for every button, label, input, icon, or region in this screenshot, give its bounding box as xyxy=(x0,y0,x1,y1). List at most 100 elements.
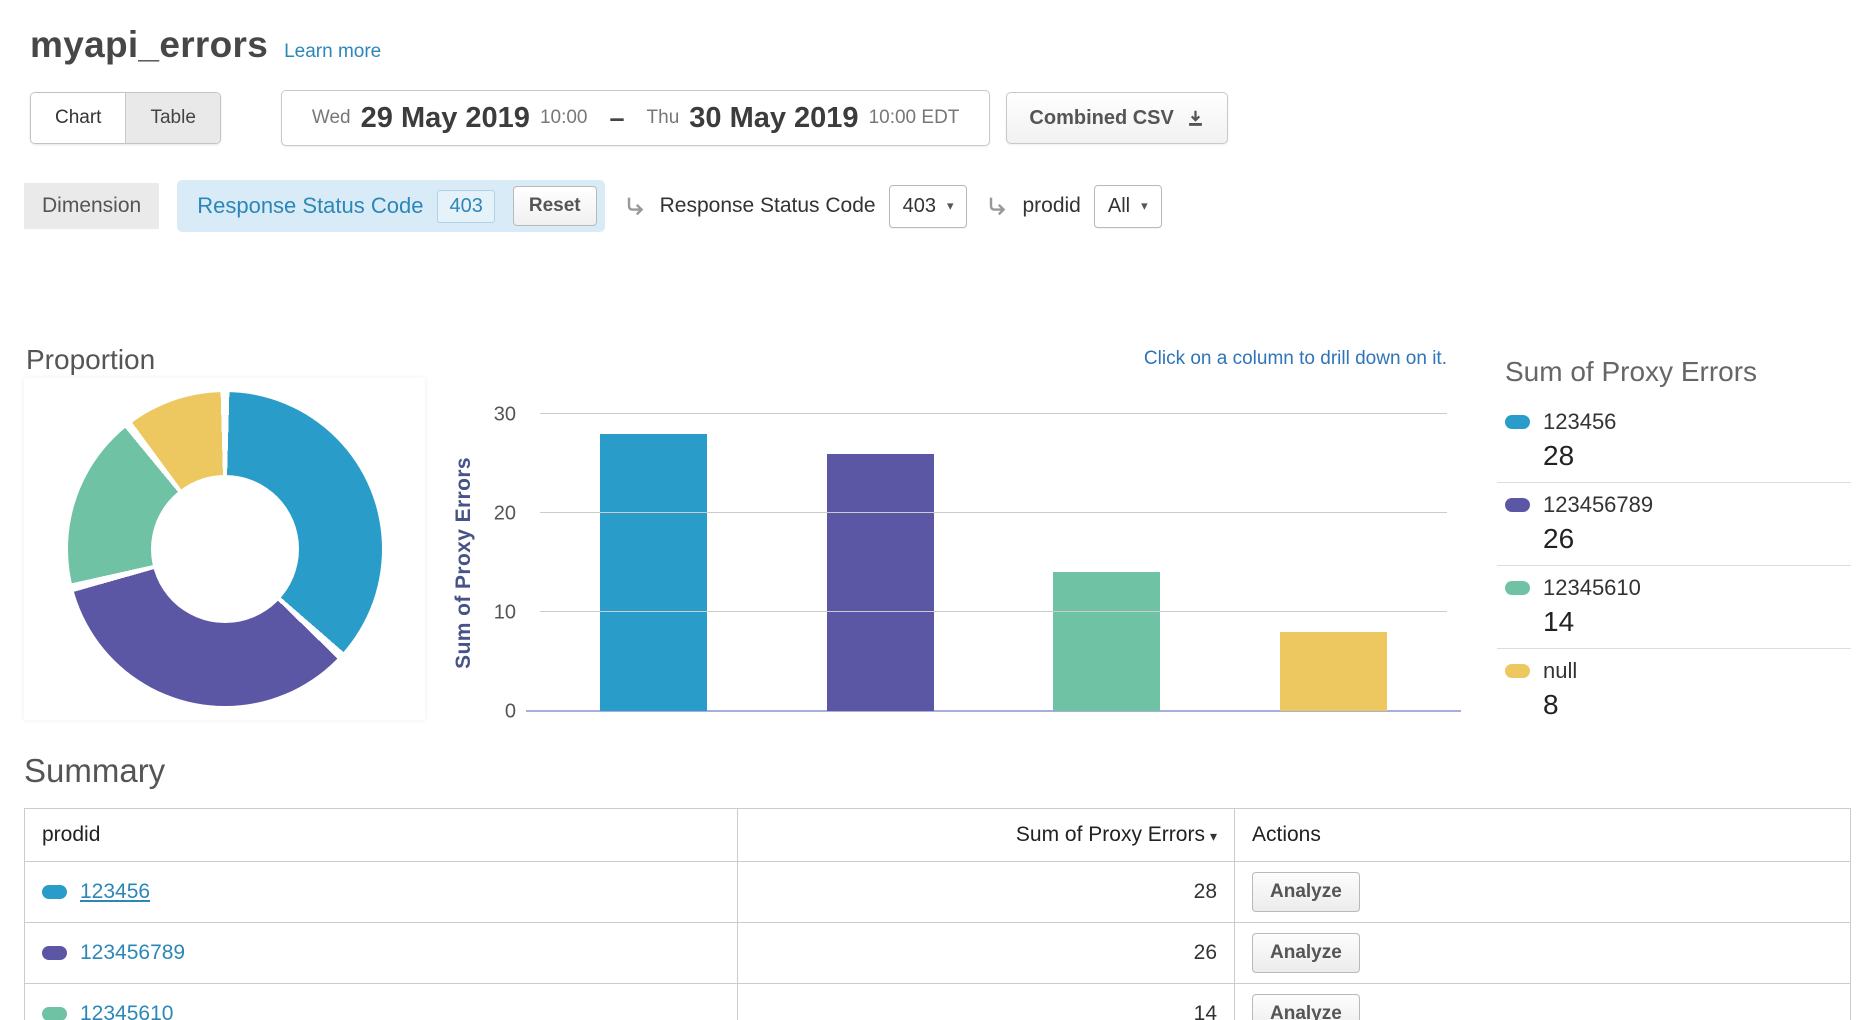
active-filter-chip: Response Status Code 403 Reset xyxy=(177,180,604,232)
drilldown-arrow-icon xyxy=(985,194,1009,218)
table-row: 123456 28 Analyze xyxy=(25,862,1851,923)
y-tick-label: 30 xyxy=(452,404,516,427)
gridline xyxy=(540,413,1447,414)
legend-item-value: 8 xyxy=(1543,689,1851,721)
bar-123456789[interactable] xyxy=(827,454,934,711)
y-tick-label: 0 xyxy=(452,701,516,724)
legend-item-value: 28 xyxy=(1543,440,1851,472)
analyze-button[interactable]: Analyze xyxy=(1252,933,1360,973)
end-day: Thu xyxy=(647,107,680,129)
proportion-title: Proportion xyxy=(26,344,155,376)
page-header: myapi_errors Learn more xyxy=(0,0,1860,66)
table-row: 12345610 14 Analyze xyxy=(25,984,1851,1020)
charts-section: Proportion Click on a column to drill do… xyxy=(0,344,1860,724)
date-range-picker[interactable]: Wed 29 May 2019 10:00 – Thu 30 May 2019 … xyxy=(281,90,991,146)
legend-item-label: null xyxy=(1543,658,1577,684)
donut-hole xyxy=(151,475,299,623)
dropdown-value: 403 xyxy=(903,195,936,218)
prodid-link[interactable]: 123456789 xyxy=(80,941,185,964)
series-color-chip xyxy=(1505,664,1530,678)
series-color-chip xyxy=(42,885,67,899)
caret-down-icon: ▾ xyxy=(1141,198,1148,214)
bar-plot: 0102030 xyxy=(540,414,1447,711)
toolbar: Chart Table Wed 29 May 2019 10:00 – Thu … xyxy=(30,90,1860,146)
chart-view-button[interactable]: Chart xyxy=(31,93,125,143)
series-color-chip xyxy=(1505,498,1530,512)
dimension-filter-bar: Dimension Response Status Code 403 Reset… xyxy=(24,180,1860,232)
legend-item: 123456 28 xyxy=(1497,400,1851,483)
start-day: Wed xyxy=(312,107,351,129)
prodid-link[interactable]: 123456 xyxy=(80,880,150,903)
bar-null[interactable] xyxy=(1280,632,1387,711)
summary-table: prodid Sum of Proxy Errors▾ Actions 1234… xyxy=(24,808,1851,1020)
analytics-page: myapi_errors Learn more Chart Table Wed … xyxy=(0,0,1860,1020)
download-icon xyxy=(1186,109,1205,128)
table-row: 123456789 26 Analyze xyxy=(25,923,1851,984)
legend-item-label: 12345610 xyxy=(1543,575,1641,601)
table-view-button[interactable]: Table xyxy=(125,93,219,143)
legend-item-label: 123456789 xyxy=(1543,492,1653,518)
prodid-dropdown[interactable]: All ▾ xyxy=(1094,185,1162,228)
gridline xyxy=(540,611,1447,612)
series-color-chip xyxy=(1505,415,1530,429)
legend-item-label: 123456 xyxy=(1543,409,1616,435)
legend-item-value: 14 xyxy=(1543,606,1851,638)
dropdown-value: All xyxy=(1108,195,1130,218)
summary-section: Summary prodid Sum of Proxy Errors▾ Acti… xyxy=(24,752,1850,1020)
dimension-label: Dimension xyxy=(24,183,159,229)
end-time: 10:00 EDT xyxy=(869,107,960,129)
analyze-button[interactable]: Analyze xyxy=(1252,994,1360,1020)
legend-item: null 8 xyxy=(1497,649,1851,731)
y-tick-label: 10 xyxy=(452,602,516,625)
legend-item-value: 26 xyxy=(1543,523,1851,555)
legend-item: 12345610 14 xyxy=(1497,566,1851,649)
y-tick-label: 20 xyxy=(452,503,516,526)
proportion-donut[interactable] xyxy=(68,392,382,706)
series-color-chip xyxy=(42,1007,67,1020)
caret-down-icon: ▾ xyxy=(947,198,954,214)
start-date: 29 May 2019 xyxy=(361,102,530,135)
legend-items: 123456 28 123456789 26 12345610 14 null 8 xyxy=(1497,400,1851,731)
end-date: 30 May 2019 xyxy=(689,102,858,135)
csv-button-label: Combined CSV xyxy=(1029,107,1173,130)
series-color-chip xyxy=(1505,581,1530,595)
analyze-button[interactable]: Analyze xyxy=(1252,872,1360,912)
legend-item: 123456789 26 xyxy=(1497,483,1851,566)
combined-csv-button[interactable]: Combined CSV xyxy=(1006,92,1227,144)
drilldown-status-code: Response Status Code 403 ▾ xyxy=(623,185,968,228)
y-axis-label: Sum of Proxy Errors xyxy=(452,414,476,711)
summary-title: Summary xyxy=(24,752,1850,790)
status-code-dropdown[interactable]: 403 ▾ xyxy=(889,185,968,228)
bar-12345610[interactable] xyxy=(1053,572,1160,711)
prodid-link[interactable]: 12345610 xyxy=(80,1002,173,1020)
drilldown-label: Response Status Code xyxy=(660,194,876,218)
summary-table-body: 12345628Analyze12345678926Analyze1234561… xyxy=(25,862,1851,1020)
drilldown-prodid: prodid All ▾ xyxy=(985,185,1161,228)
sum-value-cell: 28 xyxy=(738,862,1235,923)
view-toggle: Chart Table xyxy=(30,92,221,144)
column-header-prodid[interactable]: prodid xyxy=(25,809,738,862)
series-color-chip xyxy=(42,946,67,960)
table-header-row: prodid Sum of Proxy Errors▾ Actions xyxy=(25,809,1851,862)
bar-123456[interactable] xyxy=(600,434,707,711)
sum-value-cell: 26 xyxy=(738,923,1235,984)
proportion-chart-card xyxy=(24,378,425,720)
learn-more-link[interactable]: Learn more xyxy=(284,41,381,63)
start-time: 10:00 xyxy=(540,107,588,129)
active-filter-name: Response Status Code xyxy=(197,193,423,219)
reset-button[interactable]: Reset xyxy=(513,186,597,226)
chart-legend: Sum of Proxy Errors 12345628123456789261… xyxy=(1497,356,1851,731)
sum-value-cell: 14 xyxy=(738,984,1235,1020)
date-range-separator: – xyxy=(609,103,624,134)
drilldown-arrow-icon xyxy=(623,194,647,218)
gridline xyxy=(540,512,1447,513)
legend-title: Sum of Proxy Errors xyxy=(1497,356,1851,388)
column-header-actions: Actions xyxy=(1235,809,1851,862)
drilldown-label: prodid xyxy=(1022,194,1080,218)
bars xyxy=(540,414,1447,711)
sort-desc-icon: ▾ xyxy=(1210,828,1217,844)
column-header-sum[interactable]: Sum of Proxy Errors▾ xyxy=(738,809,1235,862)
drilldown-hint: Click on a column to drill down on it. xyxy=(1144,348,1447,370)
active-filter-value: 403 xyxy=(437,190,494,223)
page-title: myapi_errors xyxy=(30,24,268,66)
